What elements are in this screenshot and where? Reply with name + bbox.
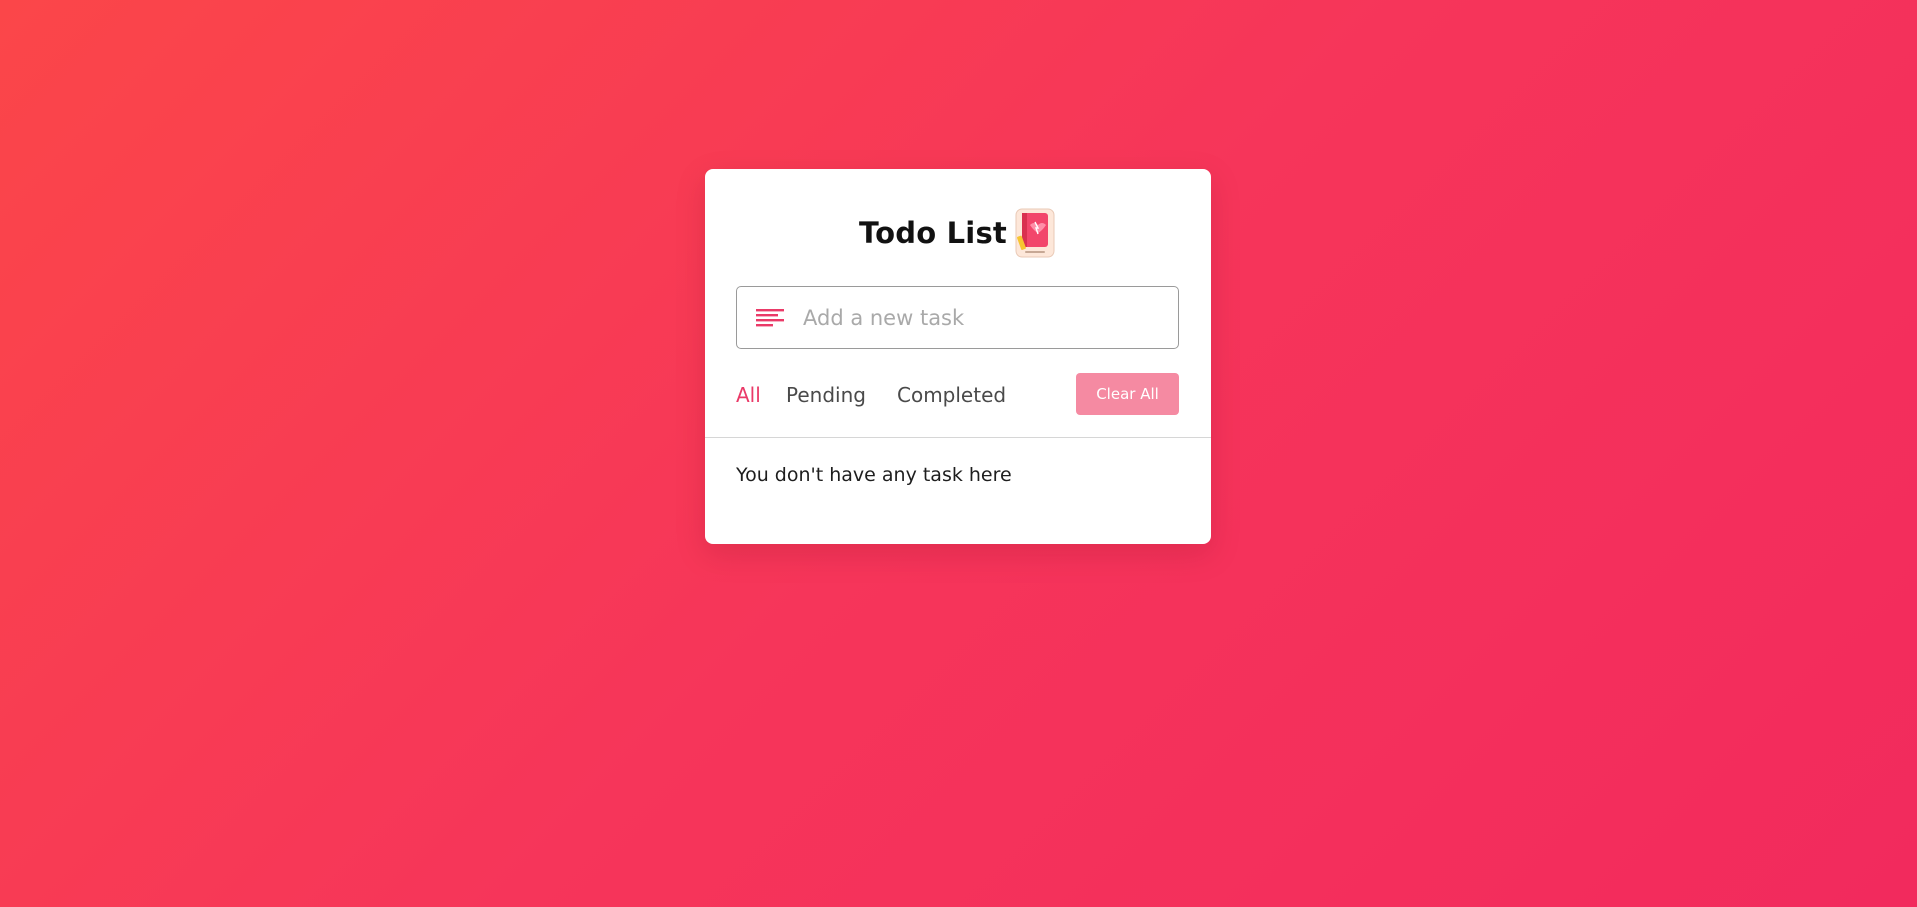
filter-pending[interactable]: Pending bbox=[786, 383, 866, 407]
task-input-container bbox=[736, 286, 1179, 349]
page-title: Todo List bbox=[859, 216, 1007, 250]
filter-bar: All Pending Completed Clear All bbox=[736, 373, 1179, 415]
filter-all[interactable]: All bbox=[736, 383, 761, 407]
filter-completed[interactable]: Completed bbox=[897, 383, 1006, 407]
new-task-input[interactable] bbox=[803, 287, 1163, 348]
divider bbox=[705, 437, 1211, 438]
notebook-sticker-icon bbox=[1013, 206, 1057, 260]
empty-task-message: You don't have any task here bbox=[736, 464, 1012, 486]
clear-all-button[interactable]: Clear All bbox=[1076, 373, 1179, 415]
header: Todo List bbox=[705, 205, 1211, 261]
text-lines-icon bbox=[756, 308, 784, 328]
todo-card: Todo List All Pending bbox=[705, 169, 1211, 544]
